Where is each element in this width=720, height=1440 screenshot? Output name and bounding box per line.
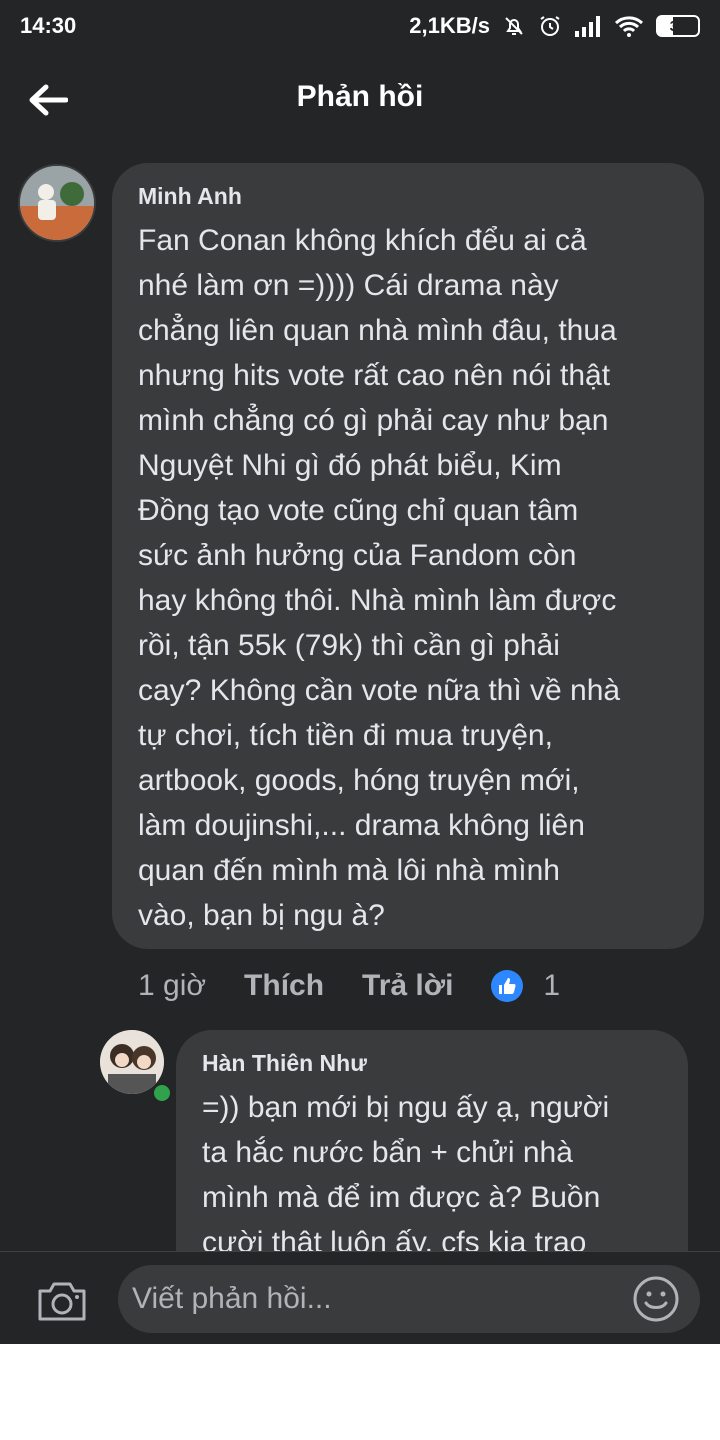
mute-bell-icon	[502, 14, 526, 38]
comment-actions: 1 giờ Thích Trả lời 1	[138, 966, 560, 1006]
signal-icon	[574, 15, 602, 37]
network-speed: 2,1KB/s	[409, 13, 490, 38]
reply-avatar[interactable]	[100, 1030, 164, 1094]
avatar[interactable]	[18, 164, 96, 242]
reply-button[interactable]: Trả lời	[362, 969, 453, 1003]
comment-author[interactable]: Minh Anh	[138, 183, 678, 210]
emoji-button[interactable]	[632, 1275, 680, 1323]
battery-icon: 37	[656, 15, 700, 37]
screen: 14:30 2,1KB/s 37 Phản hồi Minh Anh Fan C…	[0, 0, 720, 1344]
comment-text: Fan Conan không khích đểu ai cả nhé làm …	[138, 224, 621, 932]
header: Phản hồi	[0, 52, 720, 148]
online-status-dot	[152, 1083, 172, 1103]
like-button[interactable]: Thích	[244, 969, 324, 1003]
page-title: Phản hồi	[296, 80, 424, 113]
reply-composer	[0, 1251, 720, 1344]
camera-icon	[38, 1282, 86, 1321]
status-bar: 14:30 2,1KB/s 37	[0, 0, 720, 52]
camera-button[interactable]	[34, 1276, 90, 1326]
reply-author[interactable]: Hàn Thiên Như	[202, 1050, 662, 1077]
status-time: 14:30	[20, 13, 77, 38]
status-icons: 2,1KB/s 37	[409, 13, 700, 39]
reply-input[interactable]	[118, 1265, 700, 1333]
like-count: 1	[543, 969, 561, 1002]
comment-bubble[interactable]: Minh Anh Fan Conan không khích đểu ai cả…	[112, 163, 704, 949]
alarm-icon	[538, 14, 562, 38]
reply-text: =)) bạn mới bị ngu ấy ạ, người ta hắc nư…	[202, 1091, 610, 1259]
battery-level: 37	[669, 17, 687, 35]
wifi-icon	[614, 14, 644, 38]
bottom-blank-area	[0, 1344, 720, 1440]
emoji-icon	[633, 1276, 679, 1322]
comment-time: 1 giờ	[138, 969, 207, 1002]
thumbs-up-icon[interactable]	[491, 970, 524, 1002]
